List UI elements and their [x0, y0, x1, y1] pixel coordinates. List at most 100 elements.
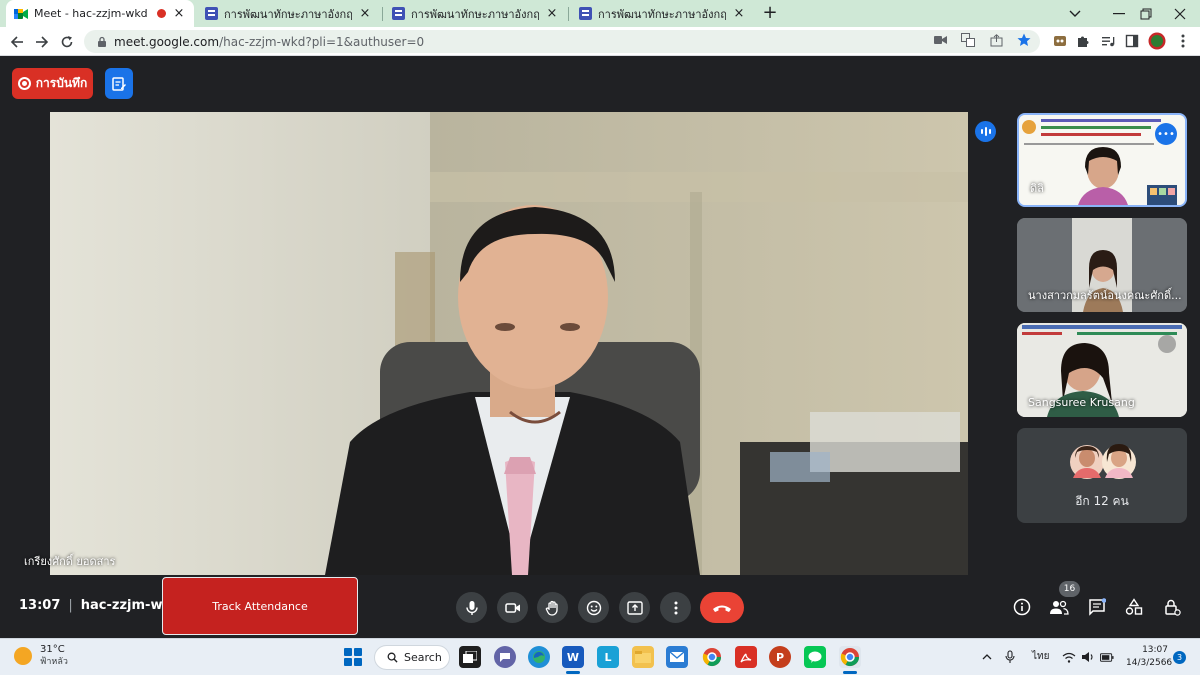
more-options-icon[interactable]: ••• — [1155, 123, 1177, 145]
more-options-button[interactable] — [660, 592, 691, 623]
tray-microphone-icon[interactable] — [1003, 650, 1017, 664]
present-screen-button[interactable] — [619, 592, 650, 623]
show-hidden-icons-chevron-icon[interactable] — [980, 650, 994, 664]
others-tile[interactable]: อีก 12 คน — [1017, 428, 1187, 523]
taskbar-search[interactable]: Search — [374, 645, 450, 670]
tab-title: Meet - hac-zzjm-wkd — [34, 7, 148, 20]
close-tab-icon[interactable]: × — [172, 6, 186, 21]
participant-tile-1[interactable]: ดิลิ ••• — [1017, 113, 1187, 207]
tab-title: การพัฒนาทักษะภาษาอังกฤษ English — [411, 7, 539, 21]
forms-icon — [391, 7, 405, 21]
address-bar[interactable]: meet.google.com /hac-zzjm-wkd?pli=1&auth… — [84, 30, 1040, 53]
recording-label: การบันทึก — [35, 76, 88, 90]
forms-icon — [578, 7, 592, 21]
input-language[interactable]: ไทย — [1032, 649, 1049, 664]
more-menu-icon[interactable] — [1174, 32, 1192, 50]
tab-search-chevron-icon[interactable] — [1055, 0, 1095, 27]
teams-chat-icon[interactable] — [494, 646, 516, 668]
weather-condition: ฟ้าหลัว — [40, 657, 68, 667]
forms-icon — [204, 7, 218, 21]
word-icon[interactable]: W — [562, 646, 584, 668]
people-icon[interactable] — [1048, 596, 1070, 618]
weather-sun-icon — [14, 647, 32, 665]
new-tab-button[interactable]: + — [760, 4, 780, 24]
active-app-indicator — [843, 671, 857, 674]
search-label: Search — [404, 651, 442, 664]
extension-icon[interactable] — [1051, 32, 1069, 50]
side-panel-icon[interactable] — [1123, 32, 1141, 50]
main-speaker-video[interactable] — [50, 112, 968, 575]
host-controls-icon[interactable] — [1161, 596, 1183, 618]
tab-english-2[interactable]: การพัฒนาทักษะภาษาอังกฤษ English × — [383, 0, 567, 27]
activities-icon[interactable] — [1123, 596, 1145, 618]
volume-icon[interactable] — [1081, 650, 1095, 664]
search-icon — [387, 652, 398, 663]
back-arrow-icon[interactable] — [6, 31, 28, 53]
tab-english-3[interactable]: การพัฒนาทักษะภาษาอังกฤษ English × — [570, 0, 754, 27]
track-attendance-button[interactable]: Track Attendance — [162, 577, 358, 635]
media-controls-icon[interactable] — [1099, 32, 1117, 50]
record-icon — [17, 77, 31, 90]
bookmark-star-icon[interactable] — [1016, 32, 1032, 48]
weather-widget[interactable]: 31°C ฟ้าหลัว — [14, 644, 68, 668]
line-app-icon[interactable] — [804, 646, 826, 668]
meeting-details-icon[interactable] — [1011, 596, 1033, 618]
microphone-button[interactable] — [456, 592, 487, 623]
windows-start-icon[interactable] — [344, 648, 362, 666]
tab-english-1[interactable]: การพัฒนาทักษะภาษาอังกฤษ English × — [196, 0, 380, 27]
tab-title: การพัฒนาทักษะภาษาอังกฤษ English — [598, 7, 726, 21]
notification-count-badge[interactable]: 3 — [1173, 651, 1186, 664]
system-clock[interactable]: 13:07 14/3/2566 — [1126, 644, 1172, 670]
main-speaker-name: เกรียงศักดิ์ ยอดสาร — [24, 555, 116, 568]
task-view-icon[interactable] — [459, 646, 481, 668]
participant-tile-2[interactable]: นางสาวกมลรัตน์อนงคณะศักดิ์... — [1017, 218, 1187, 312]
chat-icon[interactable] — [1086, 596, 1108, 618]
recording-indicator-icon — [157, 9, 166, 18]
forward-arrow-icon[interactable] — [31, 31, 53, 53]
close-tab-icon[interactable]: × — [545, 6, 559, 21]
meeting-info: 13:07 | hac-zzjm-wkd — [19, 598, 180, 613]
meeting-time: 13:07 — [19, 598, 61, 613]
battery-icon[interactable] — [1100, 650, 1114, 664]
notes-button[interactable] — [105, 68, 133, 99]
camera-button[interactable] — [497, 592, 528, 623]
lock-icon — [98, 36, 106, 47]
powerpoint-icon[interactable]: P — [769, 646, 791, 668]
temperature: 31°C — [40, 644, 65, 655]
camera-in-use-icon[interactable] — [932, 32, 948, 48]
leave-call-button[interactable] — [700, 592, 744, 623]
participant-name: Sangsuree Krusang — [1028, 396, 1135, 409]
browser-tab-strip: Meet - hac-zzjm-wkd × การพัฒนาทักษะภาษาอ… — [0, 0, 1200, 27]
more-vert-icon — [674, 601, 677, 614]
acrobat-icon[interactable] — [735, 646, 757, 668]
file-explorer-icon[interactable] — [632, 646, 654, 668]
chrome-profile-icon[interactable] — [839, 646, 861, 668]
wifi-icon[interactable] — [1062, 650, 1076, 664]
raise-hand-button[interactable] — [537, 592, 568, 623]
present-screen-icon — [626, 600, 643, 615]
speaking-indicator-icon — [975, 121, 996, 142]
end-call-icon — [713, 605, 731, 612]
translate-icon[interactable] — [960, 32, 976, 48]
share-icon[interactable] — [988, 32, 1004, 48]
close-tab-icon[interactable]: × — [732, 6, 746, 21]
tab-meet[interactable]: Meet - hac-zzjm-wkd × — [6, 0, 194, 27]
recording-button[interactable]: การบันทึก — [12, 68, 93, 99]
profile-avatar[interactable] — [1148, 32, 1166, 50]
chrome-icon[interactable] — [701, 646, 723, 668]
mail-icon[interactable] — [666, 646, 688, 668]
close-window-icon[interactable] — [1160, 0, 1200, 27]
participant-tile-3[interactable]: Sangsuree Krusang — [1017, 323, 1187, 417]
tab-title: การพัฒนาทักษะภาษาอังกฤษ English — [224, 7, 352, 21]
edge-icon[interactable] — [528, 646, 550, 668]
puzzle-extensions-icon[interactable] — [1074, 32, 1092, 50]
learn-app-icon[interactable]: L — [597, 646, 619, 668]
reactions-button[interactable] — [578, 592, 609, 623]
windows-taskbar: 31°C ฟ้าหลัว Search W L P ไทย 13:07 14/3… — [0, 638, 1200, 675]
meet-window: การบันทึก เกรียงศักดิ์ ยอดสาร ดิลิ ••• น… — [0, 56, 1200, 638]
reload-icon[interactable] — [56, 31, 78, 53]
participant-name: ดิลิ — [1030, 182, 1044, 195]
people-count-badge: 16 — [1059, 581, 1080, 597]
close-tab-icon[interactable]: × — [358, 6, 372, 21]
divider: | — [68, 598, 73, 613]
